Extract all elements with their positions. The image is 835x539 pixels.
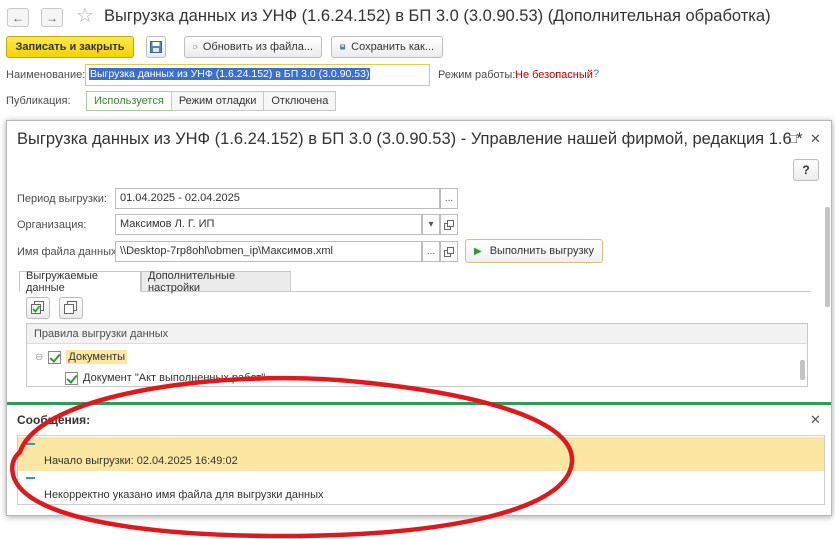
name-value: Выгрузка данных из УНФ (1.6.24.152) в БП… <box>89 68 371 80</box>
message-text: Начало выгрузки: 02.04.2025 16:49:02 <box>44 455 238 467</box>
export-modal-window: Выгрузка данных из УНФ (1.6.24.152) в БП… <box>6 120 832 516</box>
export-rules-tree: Правила выгрузки данных ⊖ Документы Доку… <box>26 323 808 387</box>
save-as-label: Сохранить как... <box>351 41 434 53</box>
checkbox-checked-icon[interactable] <box>48 350 62 364</box>
tree-row-documents[interactable]: ⊖ Документы <box>35 347 128 367</box>
period-input[interactable]: 01.04.2025 - 02.04.2025 <box>115 188 440 209</box>
update-from-file-label: Обновить из файла... <box>202 41 313 53</box>
mode-help-icon[interactable]: ? <box>593 68 599 80</box>
maximize-icon[interactable]: □ <box>789 131 797 146</box>
message-item[interactable]: Некорректно указано имя файла для выгруз… <box>18 471 824 505</box>
run-export-button[interactable]: ▶ Выполнить выгрузку <box>465 239 603 263</box>
page-title: Выгрузка данных из УНФ (1.6.24.152) в БП… <box>104 7 771 25</box>
organization-label: Организация: <box>17 219 87 231</box>
tree-item-label: Документ "Акт выполненных работ" <box>83 372 266 384</box>
check-all-button[interactable] <box>26 297 50 319</box>
messages-close-icon[interactable]: ✕ <box>810 412 821 428</box>
modal-scrollbar[interactable] <box>823 189 831 385</box>
help-button[interactable]: ? <box>793 159 819 181</box>
forward-arrow-icon[interactable]: → <box>41 8 63 27</box>
file-select-button[interactable]: ... <box>422 241 440 262</box>
messages-list: Начало выгрузки: 02.04.2025 16:49:02 Нек… <box>17 435 825 505</box>
file-open-icon[interactable] <box>440 241 458 262</box>
tree-row-act[interactable]: Документ "Акт выполненных работ" <box>65 368 266 386</box>
message-marker-icon <box>26 443 35 445</box>
save-as-button[interactable]: Сохранить как... <box>331 36 443 58</box>
message-marker-icon <box>26 477 35 479</box>
file-name-input[interactable]: \\Desktop-7rp8ohl\obmen_ip\Максимов.xml <box>115 241 422 262</box>
publication-option-debug[interactable]: Режим отладки <box>170 91 265 111</box>
uncheck-all-button[interactable] <box>59 297 83 319</box>
tab-additional-settings[interactable]: Дополнительные настройки <box>141 270 291 294</box>
play-icon: ▶ <box>474 245 482 257</box>
file-name-label: Имя файла данных: <box>17 246 120 258</box>
run-export-label: Выполнить выгрузку <box>489 245 594 257</box>
save-icon[interactable] <box>146 36 166 58</box>
collapse-icon[interactable]: ⊖ <box>35 352 43 363</box>
message-text: Некорректно указано имя файла для выгруз… <box>44 489 324 501</box>
messages-title: Сообщения: <box>17 413 91 427</box>
mode-label: Режим работы: <box>438 69 516 81</box>
check-all-icon <box>31 301 44 314</box>
mode-value-link[interactable]: Не безопасный <box>515 69 593 81</box>
name-label: Наименование: <box>6 69 86 81</box>
floppy-icon <box>150 41 162 53</box>
update-file-icon <box>193 45 198 49</box>
organization-input[interactable]: Максимов Л. Г. ИП <box>115 214 422 235</box>
organization-open-icon[interactable] <box>440 214 458 235</box>
modal-title: Выгрузка данных из УНФ (1.6.24.152) в БП… <box>17 130 803 148</box>
name-field[interactable]: Выгрузка данных из УНФ (1.6.24.152) в БП… <box>85 64 430 86</box>
uncheck-all-icon <box>64 301 77 314</box>
open-window-icon <box>444 246 454 257</box>
message-item[interactable]: Начало выгрузки: 02.04.2025 16:49:02 <box>18 437 824 471</box>
close-icon[interactable]: ✕ <box>810 131 821 147</box>
messages-divider <box>7 402 831 405</box>
checkbox-checked-icon[interactable] <box>65 371 78 385</box>
publication-option-used[interactable]: Используется <box>86 91 172 111</box>
save-and-close-button[interactable]: Записать и закрыть <box>6 36 134 58</box>
back-arrow-icon[interactable]: ← <box>7 8 29 27</box>
open-window-icon <box>444 219 454 230</box>
save-as-icon <box>340 44 346 50</box>
period-select-button[interactable]: ... <box>440 188 458 209</box>
organization-dropdown-icon[interactable]: ▾ <box>422 214 440 235</box>
publication-label: Публикация: <box>6 95 71 107</box>
tree-scrollbar[interactable] <box>799 344 807 386</box>
favorite-star-icon[interactable]: ☆ <box>76 5 94 27</box>
rules-header: Правила выгрузки данных <box>27 324 807 344</box>
publication-radio-group: Используется Режим отладки Отключена <box>86 91 337 111</box>
update-from-file-button[interactable]: Обновить из файла... <box>184 36 322 58</box>
tab-exported-data[interactable]: Выгружаемые данные <box>19 270 141 294</box>
tree-group-label: Документы <box>66 350 128 364</box>
publication-option-disabled[interactable]: Отключена <box>263 91 337 111</box>
period-label: Период выгрузки: <box>17 193 107 205</box>
